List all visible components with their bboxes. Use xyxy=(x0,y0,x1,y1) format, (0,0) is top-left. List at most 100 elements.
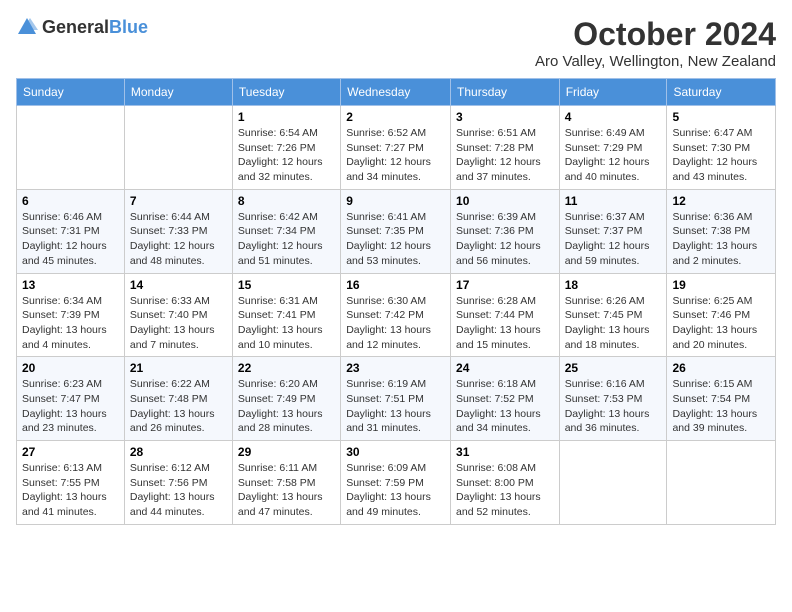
day-info: Sunrise: 6:39 AM Sunset: 7:36 PM Dayligh… xyxy=(456,210,554,269)
calendar-week-1: 6 Sunrise: 6:46 AM Sunset: 7:31 PM Daylig… xyxy=(17,189,776,273)
calendar-cell: 13 Sunrise: 6:34 AM Sunset: 7:39 PM Dayli… xyxy=(17,273,125,357)
calendar-cell: 31 Sunrise: 6:08 AM Sunset: 8:00 PM Dayli… xyxy=(451,441,560,525)
day-number: 12 xyxy=(672,194,770,208)
day-number: 22 xyxy=(238,361,335,375)
calendar-cell: 2 Sunrise: 6:52 AM Sunset: 7:27 PM Daylig… xyxy=(341,106,451,190)
day-number: 13 xyxy=(22,278,119,292)
day-header-friday: Friday xyxy=(559,79,667,106)
calendar-table: SundayMondayTuesdayWednesdayThursdayFrid… xyxy=(16,78,776,525)
calendar-cell: 24Sunrise: 6:18 AM Sunset: 7:52 PM Dayli… xyxy=(451,357,560,441)
day-info: Sunrise: 6:13 AM Sunset: 7:55 PM Dayligh… xyxy=(22,461,119,520)
day-number: 30 xyxy=(346,445,445,459)
calendar-cell: 23 Sunrise: 6:19 AM Sunset: 7:51 PM Dayli… xyxy=(341,357,451,441)
calendar-week-4: 27 Sunrise: 6:13 AM Sunset: 7:55 PM Dayli… xyxy=(17,441,776,525)
day-info: Sunrise: 6:37 AM Sunset: 7:37 PM Dayligh… xyxy=(565,210,662,269)
page-header: GeneralBlue October 2024 Aro Valley, Wel… xyxy=(16,16,776,70)
day-number: 19 xyxy=(672,278,770,292)
calendar-cell: 16 Sunrise: 6:30 AM Sunset: 7:42 PM Dayli… xyxy=(341,273,451,357)
calendar-cell xyxy=(559,441,667,525)
day-info: Sunrise: 6:28 AM Sunset: 7:44 PM Dayligh… xyxy=(456,294,554,353)
calendar-cell: 29 Sunrise: 6:11 AM Sunset: 7:58 PM Dayli… xyxy=(232,441,340,525)
calendar-week-2: 13 Sunrise: 6:34 AM Sunset: 7:39 PM Dayli… xyxy=(17,273,776,357)
calendar-cell: 3 Sunrise: 6:51 AM Sunset: 7:28 PM Daylig… xyxy=(451,106,560,190)
location-title: Aro Valley, Wellington, New Zealand xyxy=(535,53,776,70)
calendar-cell: 30Sunrise: 6:09 AM Sunset: 7:59 PM Dayli… xyxy=(341,441,451,525)
day-number: 27 xyxy=(22,445,119,459)
calendar-cell: 5Sunrise: 6:47 AM Sunset: 7:30 PM Daylig… xyxy=(667,106,776,190)
calendar-cell: 27 Sunrise: 6:13 AM Sunset: 7:55 PM Dayli… xyxy=(17,441,125,525)
day-info: Sunrise: 6:34 AM Sunset: 7:39 PM Dayligh… xyxy=(22,294,119,353)
day-number: 9 xyxy=(346,194,445,208)
day-number: 4 xyxy=(565,110,662,124)
day-info: Sunrise: 6:26 AM Sunset: 7:45 PM Dayligh… xyxy=(565,294,662,353)
calendar-cell: 17 Sunrise: 6:28 AM Sunset: 7:44 PM Dayli… xyxy=(451,273,560,357)
day-number: 2 xyxy=(346,110,445,124)
day-number: 31 xyxy=(456,445,554,459)
day-info: Sunrise: 6:25 AM Sunset: 7:46 PM Dayligh… xyxy=(672,294,770,353)
day-info: Sunrise: 6:08 AM Sunset: 8:00 PM Dayligh… xyxy=(456,461,554,520)
calendar-cell: 21Sunrise: 6:22 AM Sunset: 7:48 PM Dayli… xyxy=(124,357,232,441)
day-info: Sunrise: 6:15 AM Sunset: 7:54 PM Dayligh… xyxy=(672,377,770,436)
day-number: 7 xyxy=(130,194,227,208)
calendar-cell: 8 Sunrise: 6:42 AM Sunset: 7:34 PM Daylig… xyxy=(232,189,340,273)
day-info: Sunrise: 6:36 AM Sunset: 7:38 PM Dayligh… xyxy=(672,210,770,269)
day-number: 21 xyxy=(130,361,227,375)
calendar-cell: 7Sunrise: 6:44 AM Sunset: 7:33 PM Daylig… xyxy=(124,189,232,273)
calendar-cell: 22 Sunrise: 6:20 AM Sunset: 7:49 PM Dayli… xyxy=(232,357,340,441)
day-number: 6 xyxy=(22,194,119,208)
day-number: 25 xyxy=(565,361,662,375)
day-number: 16 xyxy=(346,278,445,292)
calendar-cell: 12 Sunrise: 6:36 AM Sunset: 7:38 PM Dayli… xyxy=(667,189,776,273)
calendar-cell: 1Sunrise: 6:54 AM Sunset: 7:26 PM Daylig… xyxy=(232,106,340,190)
day-number: 15 xyxy=(238,278,335,292)
day-number: 26 xyxy=(672,361,770,375)
calendar-cell xyxy=(667,441,776,525)
day-header-saturday: Saturday xyxy=(667,79,776,106)
day-info: Sunrise: 6:11 AM Sunset: 7:58 PM Dayligh… xyxy=(238,461,335,520)
day-info: Sunrise: 6:51 AM Sunset: 7:28 PM Dayligh… xyxy=(456,126,554,185)
day-number: 17 xyxy=(456,278,554,292)
day-number: 23 xyxy=(346,361,445,375)
logo-general: General xyxy=(42,17,109,37)
calendar-cell: 28 Sunrise: 6:12 AM Sunset: 7:56 PM Dayli… xyxy=(124,441,232,525)
logo-icon xyxy=(16,16,38,38)
day-number: 20 xyxy=(22,361,119,375)
day-info: Sunrise: 6:23 AM Sunset: 7:47 PM Dayligh… xyxy=(22,377,119,436)
calendar-cell: 11Sunrise: 6:37 AM Sunset: 7:37 PM Dayli… xyxy=(559,189,667,273)
day-number: 10 xyxy=(456,194,554,208)
day-number: 8 xyxy=(238,194,335,208)
calendar-cell xyxy=(124,106,232,190)
day-info: Sunrise: 6:30 AM Sunset: 7:42 PM Dayligh… xyxy=(346,294,445,353)
day-number: 24 xyxy=(456,361,554,375)
calendar-cell: 18 Sunrise: 6:26 AM Sunset: 7:45 PM Dayli… xyxy=(559,273,667,357)
day-header-wednesday: Wednesday xyxy=(341,79,451,106)
day-number: 1 xyxy=(238,110,335,124)
day-info: Sunrise: 6:46 AM Sunset: 7:31 PM Dayligh… xyxy=(22,210,119,269)
calendar-body: 1Sunrise: 6:54 AM Sunset: 7:26 PM Daylig… xyxy=(17,106,776,525)
day-info: Sunrise: 6:33 AM Sunset: 7:40 PM Dayligh… xyxy=(130,294,227,353)
day-number: 3 xyxy=(456,110,554,124)
day-info: Sunrise: 6:12 AM Sunset: 7:56 PM Dayligh… xyxy=(130,461,227,520)
calendar-cell: 20 Sunrise: 6:23 AM Sunset: 7:47 PM Dayli… xyxy=(17,357,125,441)
calendar-cell: 25Sunrise: 6:16 AM Sunset: 7:53 PM Dayli… xyxy=(559,357,667,441)
day-header-monday: Monday xyxy=(124,79,232,106)
calendar-header-row: SundayMondayTuesdayWednesdayThursdayFrid… xyxy=(17,79,776,106)
day-info: Sunrise: 6:19 AM Sunset: 7:51 PM Dayligh… xyxy=(346,377,445,436)
calendar-cell: 15 Sunrise: 6:31 AM Sunset: 7:41 PM Dayli… xyxy=(232,273,340,357)
calendar-cell: 4Sunrise: 6:49 AM Sunset: 7:29 PM Daylig… xyxy=(559,106,667,190)
day-info: Sunrise: 6:52 AM Sunset: 7:27 PM Dayligh… xyxy=(346,126,445,185)
day-number: 29 xyxy=(238,445,335,459)
day-number: 5 xyxy=(672,110,770,124)
calendar-week-3: 20 Sunrise: 6:23 AM Sunset: 7:47 PM Dayli… xyxy=(17,357,776,441)
calendar-cell xyxy=(17,106,125,190)
day-header-thursday: Thursday xyxy=(451,79,560,106)
calendar-cell: 10 Sunrise: 6:39 AM Sunset: 7:36 PM Dayli… xyxy=(451,189,560,273)
day-info: Sunrise: 6:20 AM Sunset: 7:49 PM Dayligh… xyxy=(238,377,335,436)
day-number: 18 xyxy=(565,278,662,292)
day-number: 28 xyxy=(130,445,227,459)
calendar-cell: 6 Sunrise: 6:46 AM Sunset: 7:31 PM Daylig… xyxy=(17,189,125,273)
logo-blue: Blue xyxy=(109,17,148,37)
calendar-cell: 14Sunrise: 6:33 AM Sunset: 7:40 PM Dayli… xyxy=(124,273,232,357)
day-info: Sunrise: 6:31 AM Sunset: 7:41 PM Dayligh… xyxy=(238,294,335,353)
day-info: Sunrise: 6:42 AM Sunset: 7:34 PM Dayligh… xyxy=(238,210,335,269)
